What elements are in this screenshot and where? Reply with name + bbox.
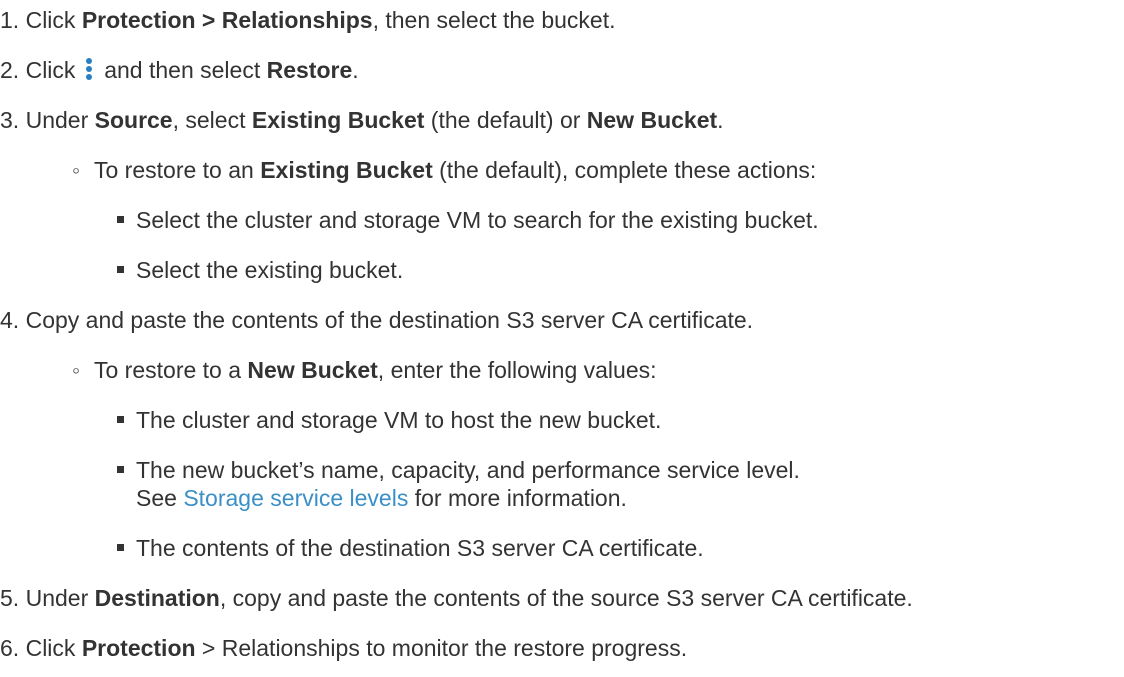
step-number: 5. (0, 585, 20, 611)
step-6: 6. Click Protection > Relationships to m… (0, 634, 687, 662)
storage-service-levels-link[interactable]: Storage service levels (183, 485, 408, 511)
existing-action-2: Select the existing bucket. (117, 256, 403, 284)
ui-path-protection-relationships: Protection > Relationships (81, 7, 373, 33)
step-text: and then select (97, 57, 267, 83)
circle-bullet: ◦ (72, 157, 81, 183)
existing-action-1: Select the cluster and storage VM to sea… (117, 206, 819, 234)
existing-bucket-subitem: ◦ To restore to an Existing Bucket (the d… (72, 156, 816, 184)
action-text: Select the cluster and storage VM to sea… (136, 207, 819, 233)
step-text: . (352, 57, 359, 83)
step-1: 1. Click Protection > Relationships, the… (0, 6, 616, 34)
ui-new-bucket: New Bucket (586, 107, 718, 133)
step-text: (the default) or (424, 107, 587, 133)
step-text: Copy and paste the contents of the desti… (25, 307, 754, 333)
square-bullet (117, 216, 124, 224)
step-text: , then select the bucket. (372, 7, 616, 33)
see-text: for more information. (408, 485, 627, 511)
step-5: 5. Under Destination, copy and paste the… (0, 584, 913, 612)
square-bullet (117, 416, 124, 424)
step-number: 2. (0, 57, 20, 83)
value-text: The cluster and storage VM to host the n… (136, 407, 662, 433)
ui-destination: Destination (94, 585, 220, 611)
kebab-menu-icon (84, 57, 94, 82)
step-text: Under (25, 585, 95, 611)
square-bullet (117, 266, 124, 274)
action-text: Select the existing bucket. (136, 257, 404, 283)
ui-new-bucket: New Bucket (247, 357, 378, 383)
step-3: 3. Under Source, select Existing Bucket … (0, 106, 724, 134)
instructions-document: 1. Click Protection > Relationships, the… (0, 0, 1124, 677)
new-bucket-value-2: The new bucket’s name, capacity, and per… (117, 456, 800, 484)
step-text: , select (172, 107, 252, 133)
step-number: 1. (0, 7, 20, 33)
step-number: 4. (0, 307, 20, 333)
value-text: The new bucket’s name, capacity, and per… (136, 457, 800, 483)
circle-bullet: ◦ (72, 357, 81, 383)
ui-existing-bucket: Existing Bucket (251, 107, 425, 133)
subitem-text: , enter the following values: (377, 357, 657, 383)
step-text: Click (25, 7, 82, 33)
step-4: 4. Copy and paste the contents of the de… (0, 306, 753, 334)
step-text: > Relationships to monitor the restore p… (195, 635, 688, 661)
new-bucket-value-1: The cluster and storage VM to host the n… (117, 406, 661, 434)
subitem-text: (the default), complete these actions: (432, 157, 817, 183)
step-2: 2. Click and then select Restore. (0, 56, 359, 84)
step-text: . (717, 107, 724, 133)
ui-source: Source (94, 107, 173, 133)
ui-existing-bucket: Existing Bucket (260, 157, 433, 183)
square-bullet (117, 466, 124, 474)
ui-restore: Restore (266, 57, 353, 83)
step-text: Under (25, 107, 95, 133)
ui-protection: Protection (81, 635, 196, 661)
square-bullet (117, 544, 124, 552)
step-text: Click (25, 635, 82, 661)
subitem-text: To restore to a (94, 357, 248, 383)
step-text: , copy and paste the contents of the sou… (219, 585, 913, 611)
value-text: The contents of the destination S3 serve… (136, 535, 704, 561)
step-text: Click (25, 57, 76, 83)
new-bucket-subitem: ◦ To restore to a New Bucket, enter the f… (72, 356, 657, 384)
new-bucket-see-also: See Storage service levels for more info… (136, 484, 627, 512)
subitem-text: To restore to an (94, 157, 261, 183)
new-bucket-value-3: The contents of the destination S3 serve… (117, 534, 704, 562)
step-number: 3. (0, 107, 20, 133)
step-number: 6. (0, 635, 20, 661)
see-text: See (136, 485, 184, 511)
